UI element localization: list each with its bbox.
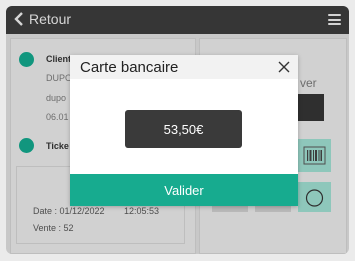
payment-modal: Carte bancaire 53,50€ Valider bbox=[70, 55, 298, 206]
amount-display: 53,50€ bbox=[125, 110, 242, 148]
validate-button[interactable]: Valider bbox=[70, 174, 298, 206]
modal-title: Carte bancaire bbox=[80, 59, 179, 76]
modal-header: Carte bancaire bbox=[70, 55, 298, 79]
close-icon[interactable] bbox=[278, 61, 290, 73]
